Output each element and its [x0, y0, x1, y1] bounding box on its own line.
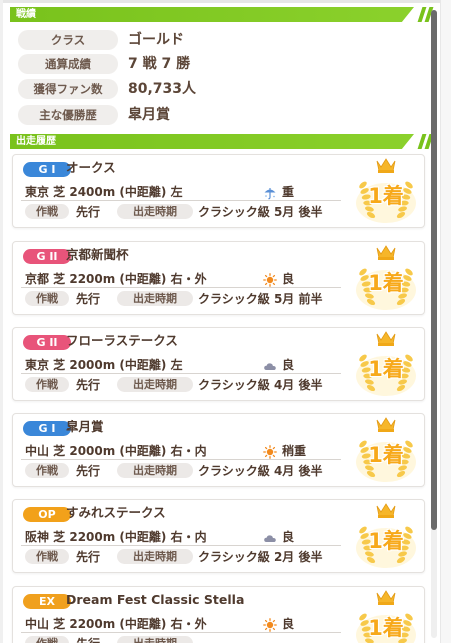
race-card[interactable]: OP すみれステークス阪神 芝 2200m (中距離) 右・内 良作戦 先行 出走時期ク… — [12, 499, 425, 573]
strategy-value: 先行 — [76, 550, 101, 564]
sun-icon — [263, 272, 277, 287]
strategy-value: 先行 — [76, 378, 101, 392]
strategy-value: 先行 — [76, 205, 101, 219]
card-divider — [21, 200, 341, 201]
first-place-badge: 1着 — [353, 502, 419, 572]
record-label: 通算成績 — [18, 54, 118, 74]
strategy-value: 先行 — [76, 292, 101, 306]
card-divider — [21, 632, 341, 633]
track-condition: 良 — [282, 617, 295, 631]
card-divider — [21, 545, 341, 546]
strategy-value: 先行 — [76, 636, 100, 643]
strategy-tag: 作戦 — [25, 291, 69, 306]
sun-icon — [263, 444, 277, 459]
race-card[interactable]: EX Dream Fest Classic Stella 中山 芝 2200m (中… — [12, 586, 425, 643]
race-card[interactable]: G I 皐月賞中山 芝 2000m (中距離) 右・内 稍重作戦 先行 出走時期 クラシッ… — [12, 413, 425, 487]
place-label: 1着 — [368, 357, 404, 381]
period-value: クラシック級 4月 後半 — [198, 378, 323, 392]
race-name: オークス — [66, 160, 116, 175]
race-course: 京都 芝 2200m (中距離) 右・外 — [25, 272, 207, 286]
grade-badge: G II — [23, 335, 71, 350]
grade-badge: OP — [23, 507, 71, 522]
grade-badge: EX — [23, 594, 71, 609]
window-top-edge — [0, 0, 451, 3]
history-section-title: 出走履歴 — [16, 136, 56, 147]
race-card[interactable]: G II 京都新聞杯京都 芝 2200m (中距離) 右・外 良作戦 先行 出走時期 クラ… — [12, 241, 425, 315]
period-tag: 出走時期 — [117, 291, 193, 306]
race-name: 皐月賞 — [66, 419, 104, 434]
scrollbar-thumb[interactable] — [431, 10, 437, 530]
card-divider — [21, 373, 341, 374]
race-name: 京都新聞杯 — [66, 247, 129, 262]
track-condition: 重 — [282, 185, 295, 199]
first-place-badge: 1着 — [353, 589, 419, 643]
record-value: 7 戦 7 勝 — [128, 56, 191, 72]
history-section-header: 出走履歴 — [10, 134, 434, 149]
period-tag: 出走時期 — [117, 204, 193, 219]
track-condition: 良 — [282, 530, 295, 544]
period-tag: 出走時期 — [117, 636, 193, 643]
card-divider — [21, 459, 341, 460]
race-name: Dream Fest Classic Stella — [66, 592, 245, 607]
first-place-badge: 1着 — [353, 244, 419, 314]
cloud-icon — [263, 530, 277, 544]
track-condition: 良 — [282, 358, 295, 372]
first-place-badge: 1着 — [353, 157, 419, 227]
race-card[interactable]: G I オークス東京 芝 2400m (中距離) 左 重作戦 先行 出走時期 クラシック級… — [12, 154, 425, 228]
window-right-edge — [440, 0, 451, 643]
card-divider — [21, 287, 341, 288]
record-label: クラス — [18, 30, 118, 50]
section-header-bar — [10, 7, 414, 22]
record-label: 主な優勝歴 — [18, 105, 118, 125]
race-course: 東京 芝 2400m (中距離) 左 — [25, 185, 183, 199]
strategy-tag: 作戦 — [25, 204, 69, 219]
track-condition: 良 — [282, 272, 295, 286]
period-value: クラシック級 2月 後半 — [198, 550, 323, 564]
place-label: 1着 — [368, 271, 404, 295]
race-course: 中山 芝 2000m (中距離) 右・内 — [25, 444, 207, 458]
grade-badge: G I — [23, 162, 71, 177]
sun-icon — [263, 617, 277, 632]
record-value: ゴールド — [128, 32, 184, 48]
record-value: 80,733人 — [128, 81, 197, 97]
period-tag: 出走時期 — [117, 549, 193, 564]
race-name: フローラステークス — [66, 333, 178, 348]
strategy-tag: 作戦 — [25, 636, 69, 643]
track-condition: 稍重 — [282, 444, 307, 458]
period-tag: 出走時期 — [117, 377, 193, 392]
umbrella-icon — [263, 185, 277, 200]
period-value: クラシック級 4月 後半 — [198, 464, 323, 478]
cloud-icon — [263, 358, 277, 372]
race-course: 中山 芝 2200m (中距離) 右・外 — [25, 617, 207, 631]
first-place-badge: 1着 — [353, 416, 419, 486]
record-section-title: 戦績 — [16, 9, 36, 20]
strategy-value: 先行 — [76, 464, 101, 478]
record-value: 皐月賞 — [128, 107, 170, 123]
race-name: すみれステークス — [66, 505, 166, 520]
record-label: 獲得ファン数 — [18, 79, 118, 99]
place-label: 1着 — [368, 443, 404, 467]
race-course: 東京 芝 2000m (中距離) 左 — [25, 358, 183, 372]
place-label: 1着 — [368, 529, 404, 553]
place-label: 1着 — [368, 184, 404, 208]
strategy-tag: 作戦 — [25, 549, 69, 564]
strategy-tag: 作戦 — [25, 463, 69, 478]
period-tag: 出走時期 — [117, 463, 193, 478]
window-left-edge — [0, 0, 3, 643]
first-place-badge: 1着 — [353, 330, 419, 400]
grade-badge: G I — [23, 421, 71, 436]
strategy-tag: 作戦 — [25, 377, 69, 392]
section-header-bar — [10, 134, 414, 149]
record-section-header: 戦績 — [10, 7, 434, 22]
period-value: クラシック級 5月 前半 — [198, 292, 323, 306]
place-label: 1着 — [368, 616, 404, 640]
race-card[interactable]: G II フローラステークス東京 芝 2000m (中距離) 左 良作戦 先行 出走時期… — [12, 327, 425, 401]
grade-badge: G II — [23, 249, 71, 264]
period-value: クラシック級 5月 後半 — [198, 205, 323, 219]
race-course: 阪神 芝 2200m (中距離) 右・内 — [25, 530, 207, 544]
